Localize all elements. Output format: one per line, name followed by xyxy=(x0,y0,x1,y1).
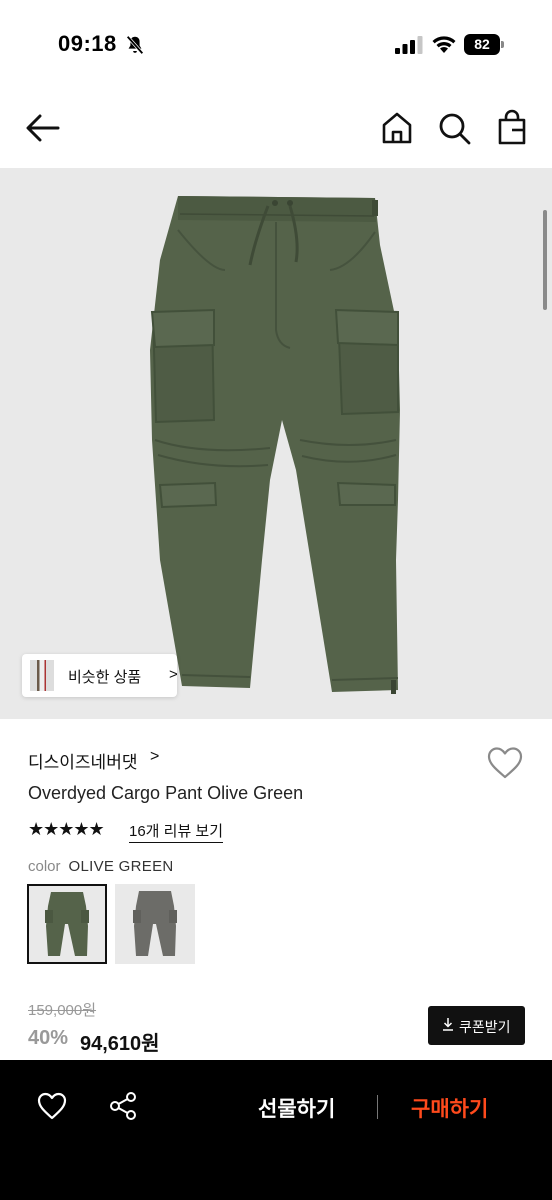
bottom-action-bar: 선물하기 구매하기 xyxy=(0,1060,552,1200)
wishlist-button[interactable] xyxy=(486,744,524,782)
color-label: color xyxy=(28,858,61,875)
coupon-label: 쿠폰받기 xyxy=(459,1019,511,1035)
gift-button[interactable]: 선물하기 xyxy=(258,1093,335,1123)
battery-level: 82 xyxy=(464,34,500,55)
chevron-right-icon: > xyxy=(169,666,178,683)
star-rating: ★★★★★ xyxy=(28,819,105,839)
coupon-button[interactable]: 쿠폰받기 xyxy=(428,1006,525,1045)
home-icon xyxy=(382,112,412,144)
cargo-pants-image xyxy=(150,196,400,694)
like-button[interactable] xyxy=(36,1090,68,1122)
color-swatch-grey[interactable] xyxy=(115,884,195,964)
product-image[interactable] xyxy=(0,168,552,719)
color-swatch-olive[interactable] xyxy=(27,884,107,964)
product-title: Overdyed Cargo Pant Olive Green xyxy=(28,783,304,803)
back-button[interactable] xyxy=(22,108,62,148)
gallery-scroll-indicator xyxy=(543,210,547,310)
discount-rate: 40% xyxy=(28,1027,69,1049)
swatch-grey-image xyxy=(133,891,177,956)
review-link[interactable]: 16개 리뷰 보기 xyxy=(129,820,224,843)
search-icon xyxy=(439,113,471,145)
color-row: color OLIVE GREEN xyxy=(28,858,174,875)
sale-price: 94,610원 xyxy=(80,1033,160,1055)
home-button[interactable] xyxy=(377,108,417,148)
similar-products-button[interactable]: 비슷한 상품 > xyxy=(22,654,178,697)
share-button[interactable] xyxy=(107,1090,139,1122)
similar-label: 비슷한 상품 xyxy=(68,669,142,686)
shopping-bag-icon xyxy=(498,109,526,145)
bag-button[interactable] xyxy=(492,108,532,148)
share-icon xyxy=(110,1092,136,1120)
swatch-olive-image xyxy=(45,892,89,956)
status-time: 09:18 xyxy=(58,31,117,56)
heart-icon xyxy=(487,747,523,779)
status-bar: 09:18 82 xyxy=(0,0,552,90)
original-price: 159,000원 xyxy=(28,1002,97,1019)
download-icon xyxy=(443,1018,453,1031)
buy-button[interactable]: 구매하기 xyxy=(411,1093,488,1123)
bell-off-icon xyxy=(126,35,144,55)
similar-thumbnail xyxy=(30,660,54,691)
battery-icon: 82 xyxy=(464,34,504,56)
brand-link[interactable]: 디스이즈네버댓 xyxy=(28,748,137,773)
chevron-right-icon: > xyxy=(150,748,160,765)
search-button[interactable] xyxy=(434,108,474,148)
cellular-signal-icon xyxy=(395,36,423,54)
wifi-icon xyxy=(432,36,456,53)
bar-divider xyxy=(377,1095,378,1119)
arrow-left-icon xyxy=(26,114,60,142)
color-value: OLIVE GREEN xyxy=(68,858,174,875)
nav-header xyxy=(0,90,552,168)
heart-icon xyxy=(37,1092,67,1120)
